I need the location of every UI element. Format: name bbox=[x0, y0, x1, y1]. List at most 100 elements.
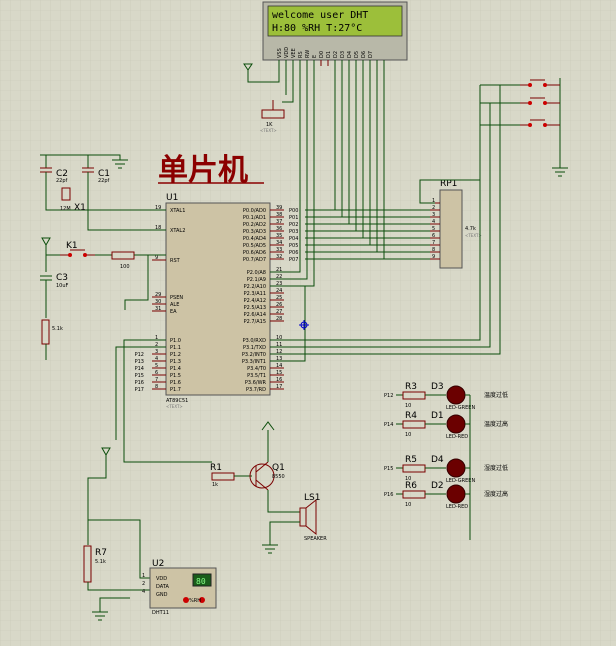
led-ref: D4 bbox=[431, 455, 444, 465]
net-label-p01: P01 bbox=[289, 215, 298, 221]
p1-label-p17: P17 bbox=[135, 387, 144, 393]
mcu-pin-number: 35 bbox=[276, 233, 282, 239]
mcu-pin-number: 31 bbox=[155, 306, 161, 312]
led-ref: D2 bbox=[431, 481, 444, 491]
led-bulb bbox=[446, 385, 466, 405]
svg-text:<TEXT>: <TEXT> bbox=[260, 128, 277, 133]
lcd-display[interactable]: welcome user DHT H:80 %RH T:27°C VSS VDD V… bbox=[262, 1, 408, 66]
mcu-pin-p1-1: P1.1 bbox=[170, 345, 181, 351]
ls1-ref: LS1 bbox=[304, 493, 320, 503]
mcu-pin-number: 34 bbox=[276, 240, 282, 246]
p1-label-p12: P12 bbox=[135, 352, 144, 358]
mcu-pin-p1-2: P1.2 bbox=[170, 352, 181, 358]
rp1-pin-number: 3 bbox=[432, 212, 435, 218]
net-label-p00: P00 bbox=[289, 208, 298, 214]
lcd-pin-label: RS bbox=[298, 51, 304, 58]
p1-label-p14: P14 bbox=[135, 366, 144, 372]
mcu-pin-number: 36 bbox=[276, 226, 282, 232]
p1-label-p16: P16 bbox=[135, 380, 144, 386]
mcu-pin-p0-0: P0.0/AD0 bbox=[243, 208, 266, 214]
mcu-pin-number: 8 bbox=[155, 384, 158, 390]
led-resistor-ref: R4 bbox=[405, 411, 417, 421]
led-resistor-ref: R6 bbox=[405, 481, 417, 491]
lcd-pin-label: D7 bbox=[368, 51, 374, 58]
mcu-pin-number: 3 bbox=[155, 349, 158, 355]
mcu-pin-xtal2: XTAL2 bbox=[170, 228, 185, 234]
led-note: 湿度过低 bbox=[484, 464, 508, 472]
q1-ref: Q1 bbox=[272, 463, 285, 473]
mcu-pin-ea: EA bbox=[170, 309, 177, 315]
mcu-pin-p1-3: P1.3 bbox=[170, 359, 181, 365]
c3-ref: C3 bbox=[56, 273, 68, 283]
svg-text:5.1k: 5.1k bbox=[52, 326, 63, 332]
svg-text:22pf: 22pf bbox=[56, 178, 68, 184]
mcu-pin-number: 38 bbox=[276, 212, 282, 218]
mcu-pin-number: 39 bbox=[276, 205, 282, 211]
svg-text:DHT11: DHT11 bbox=[152, 610, 169, 616]
led-net-label: P16 bbox=[384, 492, 393, 498]
mcu-pin-p0-2: P0.2/AD2 bbox=[243, 222, 266, 228]
lcd-pin-label: VSS bbox=[277, 48, 283, 58]
mcu-pin-p1-4: P1.4 bbox=[170, 366, 181, 372]
dht11-pin-vdd: VDD bbox=[156, 576, 167, 582]
dht11-pin-gnd: GND bbox=[156, 592, 168, 598]
led-ref: D1 bbox=[431, 411, 444, 421]
mcu-pin-p0-7: P0.7/AD7 bbox=[243, 257, 266, 263]
mcu-pin-p0-5: P0.5/AD5 bbox=[243, 243, 266, 249]
mcu-pin-p3-6: P3.6/WR bbox=[245, 380, 267, 386]
mcu-pin-p2-3: P2.3/A11 bbox=[244, 291, 266, 297]
rp1-pin-number: 8 bbox=[432, 247, 435, 253]
mcu-pin-p3-3: P3.3/INT1 bbox=[242, 359, 266, 365]
mcu-pin-number: 30 bbox=[155, 299, 161, 305]
dht11-pin-number: 2 bbox=[142, 581, 145, 587]
dht11-pin-number: 1 bbox=[142, 573, 145, 579]
svg-text:5.1k: 5.1k bbox=[95, 559, 106, 565]
led-resistor-value: 10 bbox=[405, 403, 411, 409]
led-resistor-ref: R5 bbox=[405, 455, 417, 465]
mcu-pin-number: 26 bbox=[276, 302, 282, 308]
mcu-pin-number: 28 bbox=[276, 316, 282, 322]
mcu-pin-number: 17 bbox=[276, 384, 282, 390]
mcu-pin-number: 16 bbox=[276, 377, 282, 383]
rp1-pin-number: 2 bbox=[432, 205, 435, 211]
mcu-u1[interactable]: U1 AT89C51 <TEXT> XTAL119XTAL218RST9PSEN… bbox=[152, 193, 284, 409]
led-type: LED-RED bbox=[446, 434, 468, 440]
mcu-pin-p2-2: P2.2/A10 bbox=[244, 284, 266, 290]
mcu-pin-number: 5 bbox=[155, 363, 158, 369]
svg-text:1k: 1k bbox=[212, 482, 218, 488]
k1-ref: K1 bbox=[66, 241, 78, 251]
rp1-pin-number: 4 bbox=[432, 219, 435, 225]
mcu-pin-p2-5: P2.5/A13 bbox=[244, 305, 266, 311]
led-bulb bbox=[446, 414, 466, 434]
dht11-readout: 80 bbox=[196, 577, 206, 586]
mcu-pin-p0-4: P0.4/AD4 bbox=[243, 236, 266, 242]
lcd-pin-label: D1 bbox=[326, 51, 332, 58]
mcu-pin-p1-6: P1.6 bbox=[170, 380, 181, 386]
rp1-pin-number: 6 bbox=[432, 233, 435, 239]
mcu-pin-p3-4: P3.4/T0 bbox=[247, 366, 266, 372]
led-ref: D3 bbox=[431, 382, 444, 392]
mcu-pin-p1-5: P1.5 bbox=[170, 373, 181, 379]
led-resistor-ref: R3 bbox=[405, 382, 417, 392]
lcd-line-2: H:80 %RH T:27°C bbox=[272, 23, 362, 34]
mcu-pin-ale: ALE bbox=[170, 302, 179, 308]
led-type: LED-GREEN bbox=[446, 405, 475, 411]
led-bulb bbox=[446, 458, 466, 478]
svg-text:8550: 8550 bbox=[272, 474, 285, 480]
mcu-pin-p2-4: P2.4/A12 bbox=[244, 298, 266, 304]
mcu-pin-p1-0: P1.0 bbox=[170, 338, 181, 344]
lcd-pin-label: VDD bbox=[284, 47, 290, 58]
lcd-pin-label: D4 bbox=[347, 51, 353, 58]
mcu-pin-number: 7 bbox=[155, 377, 158, 383]
p1-net-labels: P12P13P14P15P16P17 bbox=[135, 352, 144, 393]
mcu-pin-number: 27 bbox=[276, 309, 282, 315]
svg-text:<TEXT>: <TEXT> bbox=[465, 233, 482, 238]
mcu-pin-p2-6: P2.6/A14 bbox=[244, 312, 266, 318]
dht11-pin-data: DATA bbox=[156, 584, 169, 590]
lcd-pin-label: D5 bbox=[354, 51, 360, 58]
lcd-pin-label: D2 bbox=[333, 51, 339, 58]
mcu-pin-p0-6: P0.6/AD6 bbox=[243, 250, 266, 256]
mcu-pin-number: 25 bbox=[276, 295, 282, 301]
net-label-p04: P04 bbox=[289, 236, 298, 242]
led-net-label: P14 bbox=[384, 422, 393, 428]
